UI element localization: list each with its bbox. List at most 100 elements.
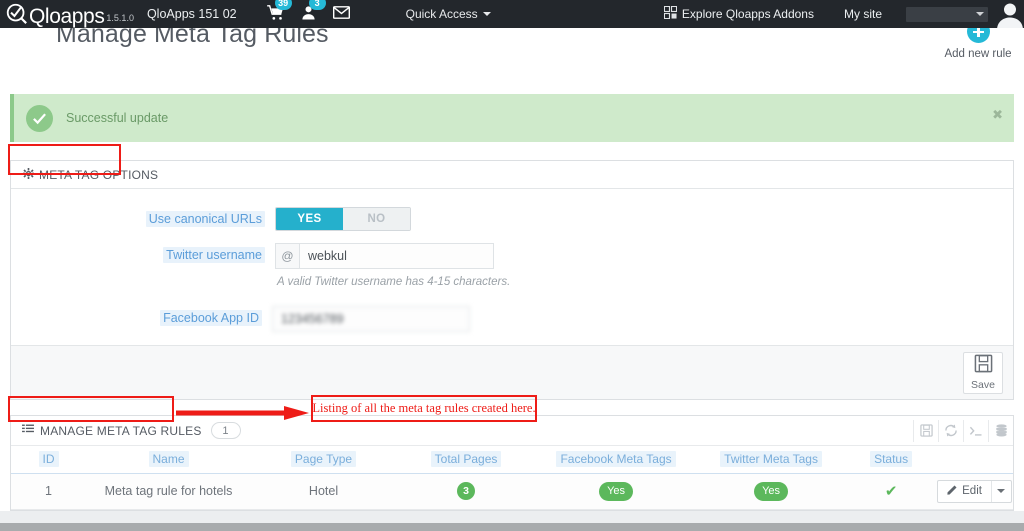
floppy-disk-icon [974, 354, 993, 378]
form-row-facebook: Facebook App ID [11, 306, 1013, 332]
addons-icon [663, 5, 677, 22]
total-pages-badge: 3 [457, 482, 476, 500]
chevron-down-icon [482, 12, 491, 16]
envelope-icon[interactable] [332, 6, 350, 22]
database-icon[interactable] [988, 419, 1013, 442]
customer-icon[interactable]: 3 [301, 0, 326, 23]
form-row-canonical: Use canonical URLs YES NO [11, 207, 1013, 231]
my-site-link[interactable]: My site [844, 7, 882, 21]
cell-facebook-meta-tags: Yes [536, 473, 697, 510]
facebook-label: Facebook App ID [160, 310, 262, 326]
column-header-page-type[interactable]: Page Type [251, 446, 397, 474]
check-circle-icon [26, 104, 53, 132]
twitter-label-wrap: Twitter username [11, 243, 275, 263]
rules-toolbar [913, 416, 1013, 446]
main-content: Successful update ✖ META TAG OPTIONS Use… [0, 86, 1024, 511]
manage-rules-title: MANAGE META TAG RULES [40, 423, 202, 438]
cell-status: ✔ [846, 473, 937, 510]
cell-total-pages: 3 [396, 473, 537, 510]
twitter-hint: A valid Twitter username has 4-15 charac… [277, 276, 511, 288]
chevron-down-icon [997, 489, 1006, 493]
facebook-app-id-input[interactable] [272, 306, 470, 332]
at-sign-icon: @ [275, 243, 299, 269]
column-header-twitter[interactable]: Twitter Meta Tags [696, 446, 847, 474]
column-header-status[interactable]: Status [846, 446, 937, 474]
canonical-label-wrap: Use canonical URLs [11, 207, 275, 227]
column-label-status: Status [870, 451, 913, 468]
meta-tag-options-title: META TAG OPTIONS [39, 167, 159, 182]
cell-actions: Edit [936, 473, 1013, 510]
cell-page-type: Hotel [251, 473, 397, 510]
brand-logo[interactable]: Qloapps 1.5.1.0 [0, 0, 134, 28]
cart-badge: 39 [274, 0, 292, 10]
table-header-row: ID Name Page Type Total Pages Facebook M… [11, 446, 1013, 474]
success-alert: Successful update ✖ [10, 94, 1014, 142]
twitter-yes-badge: Yes [754, 481, 789, 501]
form-row-twitter: Twitter username @ A valid Twitter usern… [11, 243, 1013, 288]
facebook-yes-badge: Yes [599, 481, 634, 501]
cart-icon[interactable]: 39 [266, 0, 292, 23]
header-right-group: Explore Qloapps Addons My site [663, 0, 1024, 28]
canonical-control: YES NO [275, 207, 1013, 231]
success-alert-message: Successful update [66, 111, 169, 125]
column-label-twitter: Twitter Meta Tags [720, 451, 822, 468]
meta-tag-options-footer: Save [11, 345, 1013, 399]
status-check-icon: ✔ [884, 483, 898, 500]
canonical-yes-option[interactable]: YES [276, 208, 343, 230]
chevron-down-icon [976, 11, 984, 16]
meta-tag-options-panel: META TAG OPTIONS Use canonical URLs YES … [10, 160, 1014, 400]
edit-button-main[interactable]: Edit [938, 481, 991, 502]
edit-button-label: Edit [962, 485, 982, 497]
cell-name: Meta tag rule for hotels [86, 473, 252, 510]
column-header-facebook[interactable]: Facebook Meta Tags [536, 446, 697, 474]
edit-button[interactable]: Edit [937, 479, 1012, 503]
annotation-note-text: Listing of all the meta tag rules create… [312, 401, 536, 415]
facebook-label-wrap: Facebook App ID [11, 306, 272, 326]
pencil-icon [947, 484, 958, 498]
page-bottom-strip [0, 511, 1024, 523]
facebook-control [272, 306, 1013, 332]
column-header-actions [936, 446, 1013, 474]
meta-tag-options-form: Use canonical URLs YES NO Twitter userna… [11, 189, 1013, 345]
rules-count-badge: 1 [210, 422, 241, 439]
refresh-icon[interactable] [938, 419, 963, 442]
quick-access-menu[interactable]: Quick Access [406, 7, 491, 21]
brand-version: 1.5.1.0 [106, 13, 134, 23]
column-header-total-pages[interactable]: Total Pages [396, 446, 537, 474]
twitter-control: @ A valid Twitter username has 4-15 char… [275, 243, 1013, 288]
column-label-name: Name [148, 451, 189, 468]
addons-label: Explore Qloapps Addons [681, 7, 814, 21]
column-label-total-pages: Total Pages [430, 451, 502, 468]
close-icon[interactable]: ✖ [992, 108, 1003, 121]
canonical-toggle[interactable]: YES NO [275, 207, 411, 231]
twitter-username-input[interactable] [299, 243, 494, 269]
gear-icon [23, 167, 34, 182]
explore-addons-link[interactable]: Explore Qloapps Addons [663, 5, 814, 22]
avatar[interactable] [996, 0, 1024, 28]
cell-twitter-meta-tags: Yes [696, 473, 847, 510]
manage-rules-panel: MANAGE META TAG RULES 1 ID Name Page Typ… [10, 415, 1014, 511]
column-label-page-type: Page Type [290, 451, 357, 468]
sql-query-icon[interactable] [963, 419, 988, 442]
add-new-rule-label: Add new rule [944, 48, 1012, 60]
quick-access-label: Quick Access [405, 7, 478, 21]
edit-dropdown-toggle[interactable] [990, 480, 1011, 502]
save-button[interactable]: Save [963, 351, 1003, 394]
customer-badge: 3 [308, 0, 326, 10]
column-header-name[interactable]: Name [86, 446, 252, 474]
canonical-no-option[interactable]: NO [343, 208, 410, 230]
column-header-id[interactable]: ID [11, 446, 86, 474]
shop-selector[interactable] [906, 6, 988, 22]
qloapps-logo-icon [6, 3, 28, 25]
table-row[interactable]: 1 Meta tag rule for hotels Hotel 3 Yes Y… [11, 473, 1013, 510]
column-label-id: ID [38, 451, 59, 468]
twitter-label: Twitter username [163, 247, 265, 263]
canonical-label: Use canonical URLs [145, 211, 265, 227]
export-icon[interactable] [913, 419, 938, 442]
horizontal-scrollbar[interactable] [0, 523, 1024, 531]
header-icon-group: 39 3 [266, 0, 350, 23]
top-header-bar: Qloapps 1.5.1.0 QloApps 151 02 39 3 Quic… [0, 0, 1024, 28]
column-label-facebook: Facebook Meta Tags [556, 451, 676, 468]
brand-name: Qloapps [29, 5, 105, 28]
cell-id: 1 [11, 473, 86, 510]
